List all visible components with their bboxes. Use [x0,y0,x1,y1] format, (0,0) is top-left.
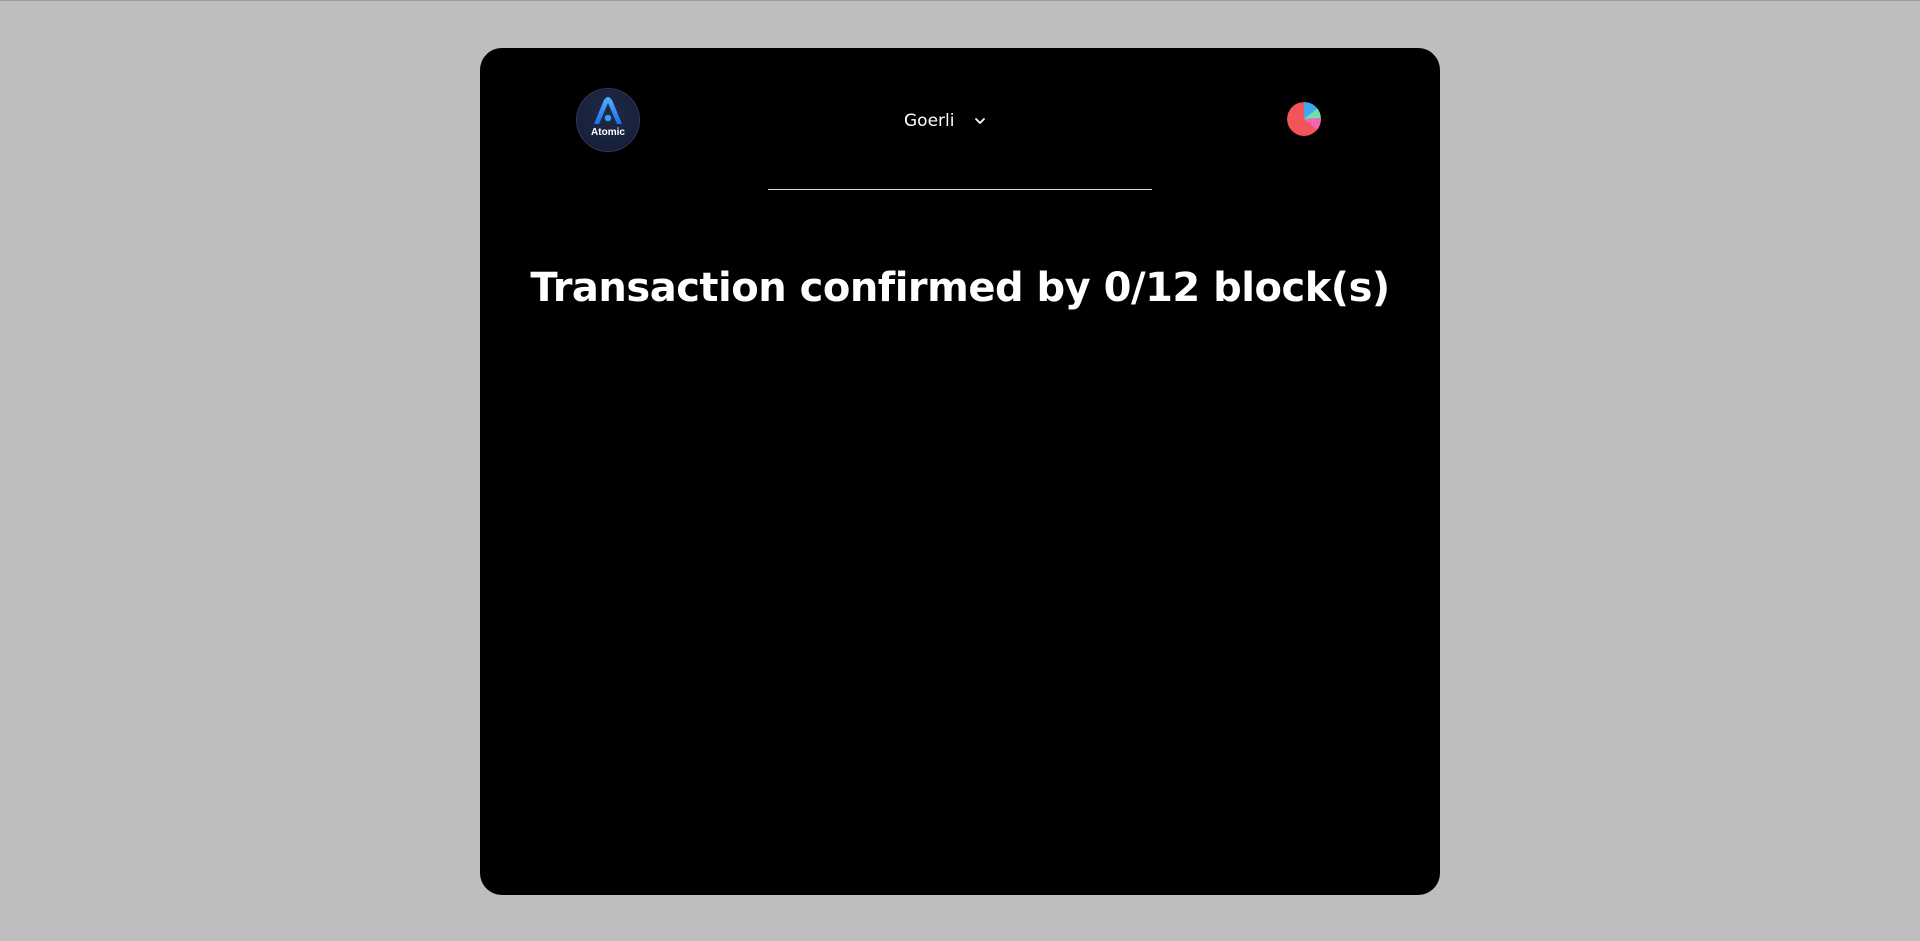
logo-text: Atomic [591,127,625,138]
header-divider [768,189,1152,190]
account-avatar[interactable] [1287,102,1321,136]
transaction-status-title: Transaction confirmed by 0/12 block(s) [530,265,1390,311]
atomic-logo[interactable]: Atomic [576,88,640,152]
window-top-border [0,0,1920,1]
wallet-card: Atomic Goerli Transaction confirmed by 0… [480,48,1440,895]
atomic-a-icon [594,97,622,124]
network-selector[interactable]: Goerli [904,108,988,134]
network-selected-label: Goerli [904,111,955,131]
chevron-down-icon [972,113,988,129]
jazzicon-avatar-icon [1287,102,1321,136]
